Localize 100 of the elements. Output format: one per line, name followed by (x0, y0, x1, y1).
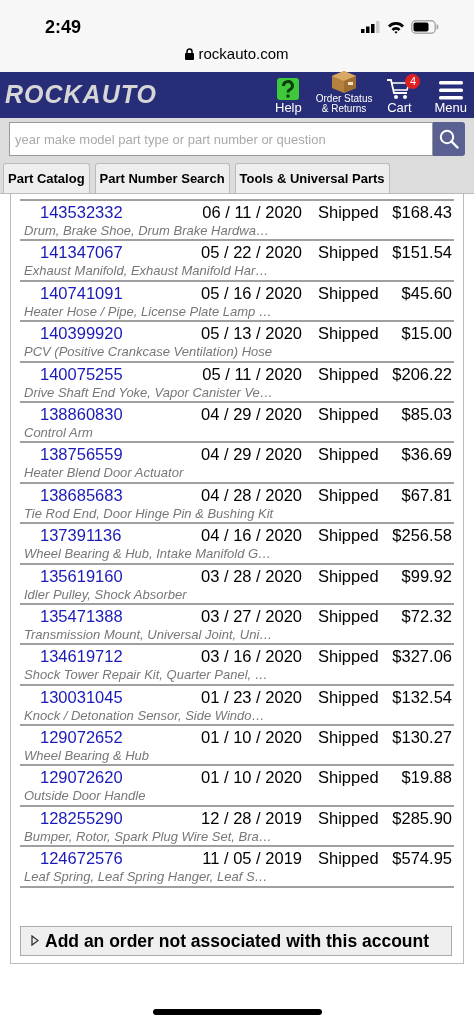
order-number-link[interactable]: 137391136 (40, 525, 160, 546)
order-number-link[interactable]: 141347067 (40, 242, 160, 263)
nav-button[interactable]: Cart 4 (386, 74, 421, 114)
search-button[interactable] (433, 122, 465, 156)
order-parts: Exhaust Manifold, Exhaust Manifold Har… (23, 262, 269, 280)
order-total: $168.43 (391, 202, 453, 222)
order-total: $15.00 (400, 323, 453, 344)
order-status: Shipped (318, 403, 378, 424)
order-parts: Control Arm (23, 423, 93, 441)
add-order-button[interactable]: Add an order not associated with this account (20, 925, 452, 956)
order-number-link[interactable]: 124672576 (40, 848, 160, 869)
order-total: $574.95 (391, 848, 453, 869)
order-date: 04 / 29 / 2020 (200, 403, 302, 424)
order-status: Shipped (318, 525, 378, 546)
order-total: $85.03 (400, 403, 453, 424)
order-date: 04 / 28 / 2020 (200, 484, 302, 505)
menu-icon (438, 80, 463, 100)
order-status: Shipped (318, 686, 378, 707)
order-total: $327.06 (391, 646, 453, 667)
order-number-link[interactable]: 140399920 (40, 323, 160, 344)
order-date: 05 / 11 / 2020 (201, 363, 302, 384)
url-text[interactable]: rockauto.com (198, 43, 289, 66)
order-parts: Leaf Spring, Leaf Spring Hanger, Leaf S… (23, 868, 268, 886)
order-number-link[interactable]: 140075255 (40, 363, 160, 384)
order-total: $132.54 (391, 686, 453, 707)
order-status: Shipped (318, 282, 378, 303)
clock-time: 2:49 (45, 15, 82, 39)
order-parts: Idler Pulley, Shock Absorber (23, 585, 187, 603)
tab[interactable]: Tools & Universal Parts (234, 163, 390, 193)
order-number-link[interactable]: 138685683 (40, 484, 160, 505)
order-parts: Heater Blend Door Actuator (23, 464, 184, 482)
order-status: Shipped (318, 444, 378, 465)
order-parts: Outside Door Handle (23, 787, 146, 805)
order-parts: Tie Rod End, Door Hinge Pin & Bushing Kit (23, 504, 274, 522)
order-parts: Knock / Detonation Sensor, Side Windo… (23, 706, 265, 724)
order-total: $285.90 (391, 807, 453, 828)
menu-button[interactable]: Menu (434, 80, 467, 114)
help-icon (277, 78, 300, 100)
order-status: Shipped (318, 565, 378, 586)
order-date: 11 / 05 / 2019 (201, 848, 302, 869)
search-field[interactable]: year make model part type or part number or question (9, 122, 433, 156)
order-date: 05 / 22 / 2020 (200, 242, 302, 263)
order-status: Shipped (318, 646, 378, 667)
order-date: 06 / 11 / 2020 (201, 202, 302, 222)
order-total: $99.92 (400, 565, 453, 586)
order-number-link[interactable]: 138756559 (40, 444, 160, 465)
order-parts: Drum, Brake Shoe, Drum Brake Hardwa… (23, 222, 269, 239)
order-status: Shipped (318, 605, 378, 626)
order-parts: Shock Tower Repair Kit, Quarter Panel, … (23, 666, 268, 684)
order-status: Shipped (318, 848, 378, 869)
order-total: $206.22 (391, 363, 453, 384)
order-date: 05 / 13 / 2020 (200, 323, 302, 344)
order-date: 03 / 27 / 2020 (200, 605, 302, 626)
order-parts: Wheel Bearing & Hub (23, 747, 149, 765)
order-parts: Transmission Mount, Universal Joint, Uni… (23, 625, 273, 643)
tab[interactable]: Part Number Search (94, 163, 230, 193)
order-status: Shipped (318, 242, 378, 263)
site-logo[interactable]: ROCKAUTO (5, 76, 275, 114)
order-number-link[interactable]: 135471388 (40, 605, 160, 626)
order-number-link[interactable]: 129072652 (40, 727, 160, 748)
order-total: $36.69 (400, 444, 453, 465)
order-total: $151.54 (391, 242, 453, 263)
order-number-link[interactable]: 129072620 (40, 767, 160, 788)
nav-button[interactable]: Help (275, 78, 302, 114)
order-total: $130.27 (391, 727, 453, 748)
nav-button[interactable]: Order Status & Returns (315, 70, 373, 114)
order-status: Shipped (318, 727, 378, 748)
search-icon (439, 129, 459, 149)
order-parts: PCV (Positive Crankcase Ventilation) Hose (23, 343, 273, 361)
order-status: Shipped (318, 323, 378, 344)
order-date: 04 / 16 / 2020 (200, 525, 302, 546)
order-status: Shipped (318, 202, 378, 222)
order-parts: Wheel Bearing & Hub, Intake Manifold G… (23, 545, 272, 563)
order-total: $45.60 (400, 282, 453, 303)
order-parts: Bumper, Rotor, Spark Plug Wire Set, Bra… (23, 827, 272, 845)
order-parts: Drive Shaft End Yoke, Vapor Canister Ve… (23, 383, 273, 401)
order-number-link[interactable]: 143532332 (40, 202, 160, 222)
order-date: 01 / 23 / 2020 (200, 686, 302, 707)
order-number-link[interactable]: 130031045 (40, 686, 160, 707)
order-total: $72.32 (400, 605, 453, 626)
order-date: 01 / 10 / 2020 (200, 767, 302, 788)
battery-icon (411, 20, 439, 34)
tab[interactable]: Part Catalog (3, 163, 90, 193)
order-status: Shipped (318, 807, 378, 828)
order-date: 04 / 29 / 2020 (200, 444, 302, 465)
order-number-link[interactable]: 138860830 (40, 403, 160, 424)
order-number-link[interactable]: 128255290 (40, 807, 160, 828)
order-number-link[interactable]: 140741091 (40, 282, 160, 303)
order-number-link[interactable]: 134619712 (40, 646, 160, 667)
order-date: 03 / 28 / 2020 (200, 565, 302, 586)
order-total: $67.81 (400, 484, 453, 505)
order-total: $256.58 (391, 525, 453, 546)
order-status: Shipped (318, 484, 378, 505)
triangle-icon (31, 935, 39, 947)
order-number-link[interactable]: 135619160 (40, 565, 160, 586)
lock-icon (185, 48, 195, 61)
order-date: 03 / 16 / 2020 (200, 646, 302, 667)
signal-icon (361, 21, 381, 33)
cart-count-badge: 4 (405, 74, 421, 89)
order-total: $19.88 (400, 767, 453, 788)
